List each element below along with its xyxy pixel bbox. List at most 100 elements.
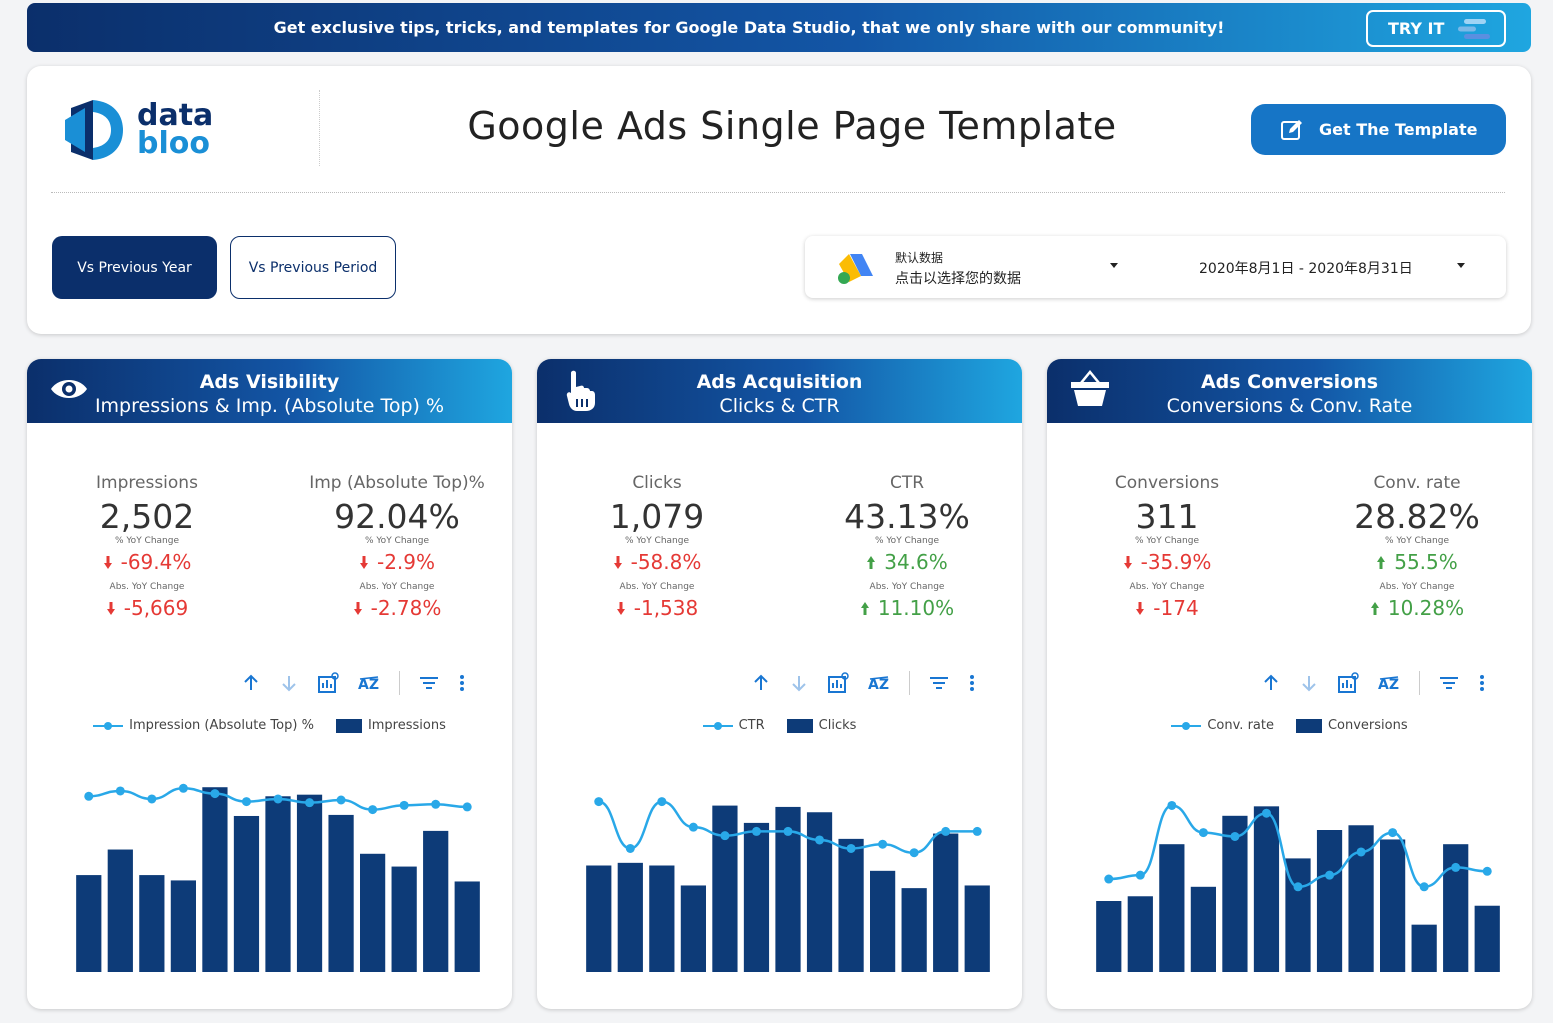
filter-icon[interactable]	[1438, 674, 1460, 692]
chart-line-point[interactable]	[1325, 870, 1335, 880]
sort-ascending-icon[interactable]	[241, 673, 261, 693]
more-vertical-icon[interactable]	[968, 673, 976, 693]
chart-bar[interactable]	[107, 849, 133, 972]
chart-bar[interactable]	[712, 805, 738, 972]
chart-bar[interactable]	[391, 866, 417, 972]
chart-line-point[interactable]	[84, 791, 94, 801]
chart-line-point[interactable]	[1388, 828, 1398, 838]
chart-line-point[interactable]	[273, 794, 283, 804]
drill-chart-icon[interactable]	[827, 672, 849, 694]
chart-bar[interactable]	[1127, 896, 1153, 972]
get-template-button[interactable]: Get The Template	[1251, 104, 1506, 155]
chart-line-point[interactable]	[878, 839, 888, 849]
sort-descending-icon[interactable]	[1299, 673, 1319, 693]
vs-previous-year-button[interactable]: Vs Previous Year	[52, 236, 217, 299]
chart-line-point[interactable]	[1419, 882, 1429, 892]
chart-line-point[interactable]	[972, 826, 982, 836]
chart-bar[interactable]	[233, 815, 260, 972]
chart-bar[interactable]	[1348, 825, 1374, 972]
chart-line-point[interactable]	[720, 831, 730, 841]
chart-bar[interactable]	[1253, 806, 1280, 972]
chart-line-point[interactable]	[941, 826, 951, 836]
chart-bar[interactable]	[76, 875, 102, 972]
chart-bar[interactable]	[680, 885, 706, 972]
sort-az-icon[interactable]: AZ	[1377, 673, 1401, 693]
chart-bar[interactable]	[1474, 905, 1500, 972]
chart-bar[interactable]	[423, 830, 449, 972]
chart-line-point[interactable]	[431, 799, 441, 809]
sort-ascending-icon[interactable]	[1261, 673, 1281, 693]
try-it-button[interactable]: TRY IT	[1366, 10, 1506, 47]
chart-bar[interactable]	[1190, 886, 1216, 972]
chart-line-point[interactable]	[336, 795, 346, 805]
chart-line-point[interactable]	[625, 843, 635, 853]
chart-bar[interactable]	[838, 838, 864, 972]
chart-line-point[interactable]	[178, 783, 188, 793]
more-vertical-icon[interactable]	[458, 673, 466, 693]
chart-line-point[interactable]	[594, 797, 604, 807]
chart-line-point[interactable]	[115, 786, 125, 796]
vs-previous-period-button[interactable]: Vs Previous Period	[230, 236, 396, 299]
chart-line-point[interactable]	[1230, 831, 1240, 841]
chart-line-point[interactable]	[305, 798, 315, 808]
sort-az-icon[interactable]: AZ	[357, 673, 381, 693]
chart-line-point[interactable]	[368, 805, 378, 815]
chart-bar[interactable]	[1159, 844, 1185, 972]
legend-item-line[interactable]: CTR	[702, 718, 765, 733]
chart-bar[interactable]	[1380, 839, 1406, 972]
chart-bar[interactable]	[265, 796, 291, 972]
chart-line-point[interactable]	[846, 843, 856, 853]
chart-line-point[interactable]	[1451, 862, 1461, 872]
chart-bar[interactable]	[649, 865, 675, 973]
legend-item-line[interactable]: Conv. rate	[1171, 718, 1274, 733]
chart-line-point[interactable]	[241, 797, 251, 807]
legend-item-bar[interactable]: Conversions	[1295, 718, 1408, 733]
chart-bar[interactable]	[1316, 830, 1343, 972]
chart-bar[interactable]	[586, 865, 612, 973]
chart-bar[interactable]	[454, 881, 480, 972]
chart-bar[interactable]	[202, 787, 228, 972]
chart-bar[interactable]	[964, 885, 990, 972]
chart-bar[interactable]	[743, 822, 770, 972]
legend-item-bar[interactable]: Clicks	[786, 718, 856, 733]
sort-descending-icon[interactable]	[789, 673, 809, 693]
legend-item-bar[interactable]: Impressions	[335, 718, 446, 733]
chart-bar[interactable]	[1411, 924, 1437, 972]
chart-line-point[interactable]	[751, 826, 761, 836]
chart-line-point[interactable]	[1293, 882, 1303, 892]
chart-line-point[interactable]	[147, 794, 157, 804]
chart-bar[interactable]	[328, 814, 354, 972]
chart-bar[interactable]	[296, 794, 323, 972]
chart-line-point[interactable]	[210, 789, 220, 799]
databloo-logo[interactable]: data bloo	[63, 98, 213, 162]
caret-down-icon[interactable]	[1108, 260, 1120, 270]
drill-chart-icon[interactable]	[1337, 672, 1359, 694]
chart-line-point[interactable]	[657, 797, 667, 807]
chart-line-point[interactable]	[815, 835, 825, 845]
drill-chart-icon[interactable]	[317, 672, 339, 694]
chart-bar[interactable]	[901, 888, 927, 972]
chart-line-point[interactable]	[1198, 828, 1208, 838]
legend-item-line[interactable]: Impression (Absolute Top) %	[93, 718, 314, 733]
chart-line-point[interactable]	[909, 848, 919, 858]
chart-bar[interactable]	[870, 870, 896, 972]
chart-line-point[interactable]	[1135, 870, 1145, 880]
sort-ascending-icon[interactable]	[751, 673, 771, 693]
more-vertical-icon[interactable]	[1478, 673, 1486, 693]
chart-line-point[interactable]	[688, 822, 698, 832]
chart-line-point[interactable]	[1261, 808, 1271, 818]
chart-bar[interactable]	[139, 875, 165, 972]
chart-bar[interactable]	[360, 853, 386, 972]
chart-line-point[interactable]	[1167, 800, 1177, 810]
caret-down-icon[interactable]	[1455, 260, 1467, 270]
sort-az-icon[interactable]: AZ	[867, 673, 891, 693]
chart-line-point[interactable]	[1356, 847, 1366, 857]
chart-bar[interactable]	[1096, 901, 1122, 972]
chart-line-point[interactable]	[1104, 874, 1114, 884]
chart-line-point[interactable]	[1482, 866, 1492, 876]
chart-bar[interactable]	[933, 833, 959, 972]
filter-icon[interactable]	[418, 674, 440, 692]
chart-bar[interactable]	[170, 880, 196, 972]
sort-descending-icon[interactable]	[279, 673, 299, 693]
chart-line-point[interactable]	[783, 826, 793, 836]
